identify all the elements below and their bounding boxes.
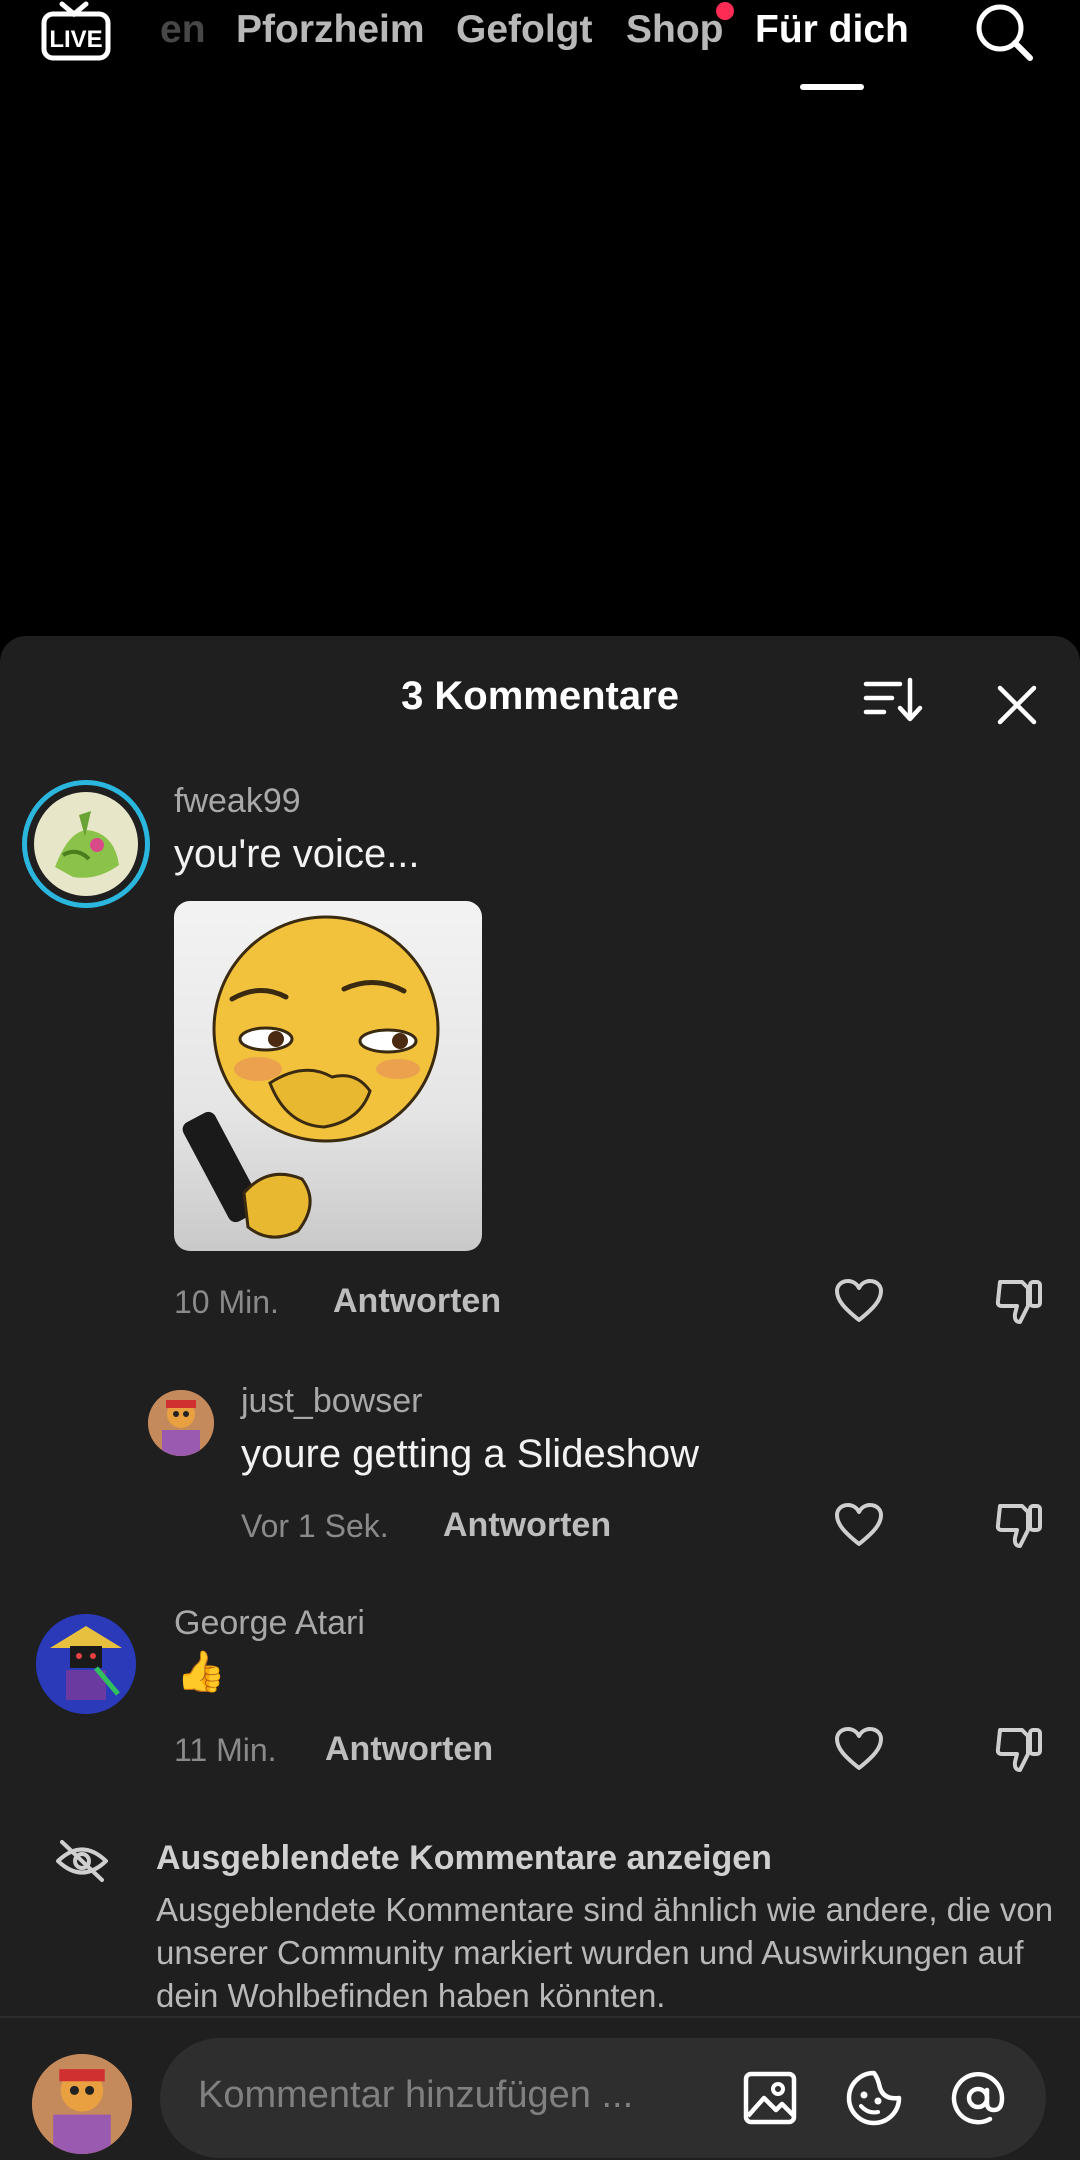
image-icon[interactable]	[740, 2068, 800, 2128]
hidden-comments-description: Ausgeblendete Kommentare sind ähnlich wi…	[156, 1891, 1054, 2014]
live-tv-icon[interactable]: LIVE	[40, 0, 112, 64]
avatar-image	[148, 1390, 214, 1456]
reply-button[interactable]: Antworten	[333, 1282, 501, 1321]
like-heart-icon[interactable]	[834, 1502, 884, 1548]
comment-text: you're voice...	[174, 832, 420, 876]
comment-text: 👍	[176, 1650, 226, 1694]
tab-en[interactable]: en	[160, 8, 206, 52]
avatar[interactable]	[22, 780, 150, 908]
search-icon[interactable]	[972, 0, 1036, 64]
comment-username[interactable]: fweak99	[174, 782, 301, 821]
dislike-icon[interactable]	[994, 1724, 1046, 1774]
current-user-avatar	[32, 2054, 132, 2154]
comment-timestamp: Vor 1 Sek.	[241, 1508, 389, 1544]
tab-shop[interactable]: Shop	[626, 8, 723, 52]
reply-button[interactable]: Antworten	[443, 1506, 611, 1545]
mention-icon[interactable]	[948, 2068, 1008, 2128]
comment-input[interactable]: Kommentar hinzufügen ...	[160, 2038, 1046, 2158]
live-label: LIVE	[49, 26, 102, 53]
tab-fuer-dich[interactable]: Für dich	[755, 8, 909, 52]
top-navigation: LIVE en Pforzheim Gefolgt Shop Für dich	[0, 0, 1080, 100]
dislike-icon[interactable]	[994, 1276, 1046, 1326]
reply-button[interactable]: Antworten	[325, 1730, 493, 1769]
sort-icon[interactable]	[862, 674, 924, 726]
comment-username[interactable]: just_bowser	[241, 1382, 422, 1421]
dislike-icon[interactable]	[994, 1500, 1046, 1550]
composer-divider	[0, 2016, 1080, 2018]
sticker-icon[interactable]	[844, 2068, 904, 2128]
like-heart-icon[interactable]	[834, 1726, 884, 1772]
shop-notification-dot	[716, 2, 734, 20]
close-icon[interactable]	[992, 680, 1042, 730]
avatar[interactable]	[36, 1614, 136, 1714]
active-tab-indicator	[800, 84, 864, 90]
hidden-comments-title[interactable]: Ausgeblendete Kommentare anzeigen	[156, 1839, 772, 1878]
app-root: LIVE en Pforzheim Gefolgt Shop Für dich …	[0, 0, 1080, 2160]
avatar-image	[34, 792, 138, 896]
avatar-image	[36, 1614, 136, 1714]
comment-input-placeholder: Kommentar hinzufügen ...	[198, 2074, 634, 2116]
comment-timestamp: 10 Min.	[174, 1284, 279, 1320]
comments-sheet: 3 Kommentare fweak99 you're voice... 10 …	[0, 636, 1080, 2160]
shy-emoji-sticker	[182, 915, 440, 1239]
avatar[interactable]	[148, 1390, 214, 1456]
tab-gefolgt[interactable]: Gefolgt	[456, 8, 592, 52]
eye-slash-icon	[56, 1840, 108, 1882]
comment-timestamp: 11 Min.	[174, 1732, 277, 1768]
like-heart-icon[interactable]	[834, 1278, 884, 1324]
tab-pforzheim[interactable]: Pforzheim	[236, 8, 425, 52]
comment-username[interactable]: George Atari	[174, 1604, 365, 1643]
comment-text: youre getting a Slideshow	[241, 1432, 700, 1476]
avatar-image	[32, 2054, 132, 2154]
comment-sticker-image[interactable]	[174, 901, 482, 1251]
